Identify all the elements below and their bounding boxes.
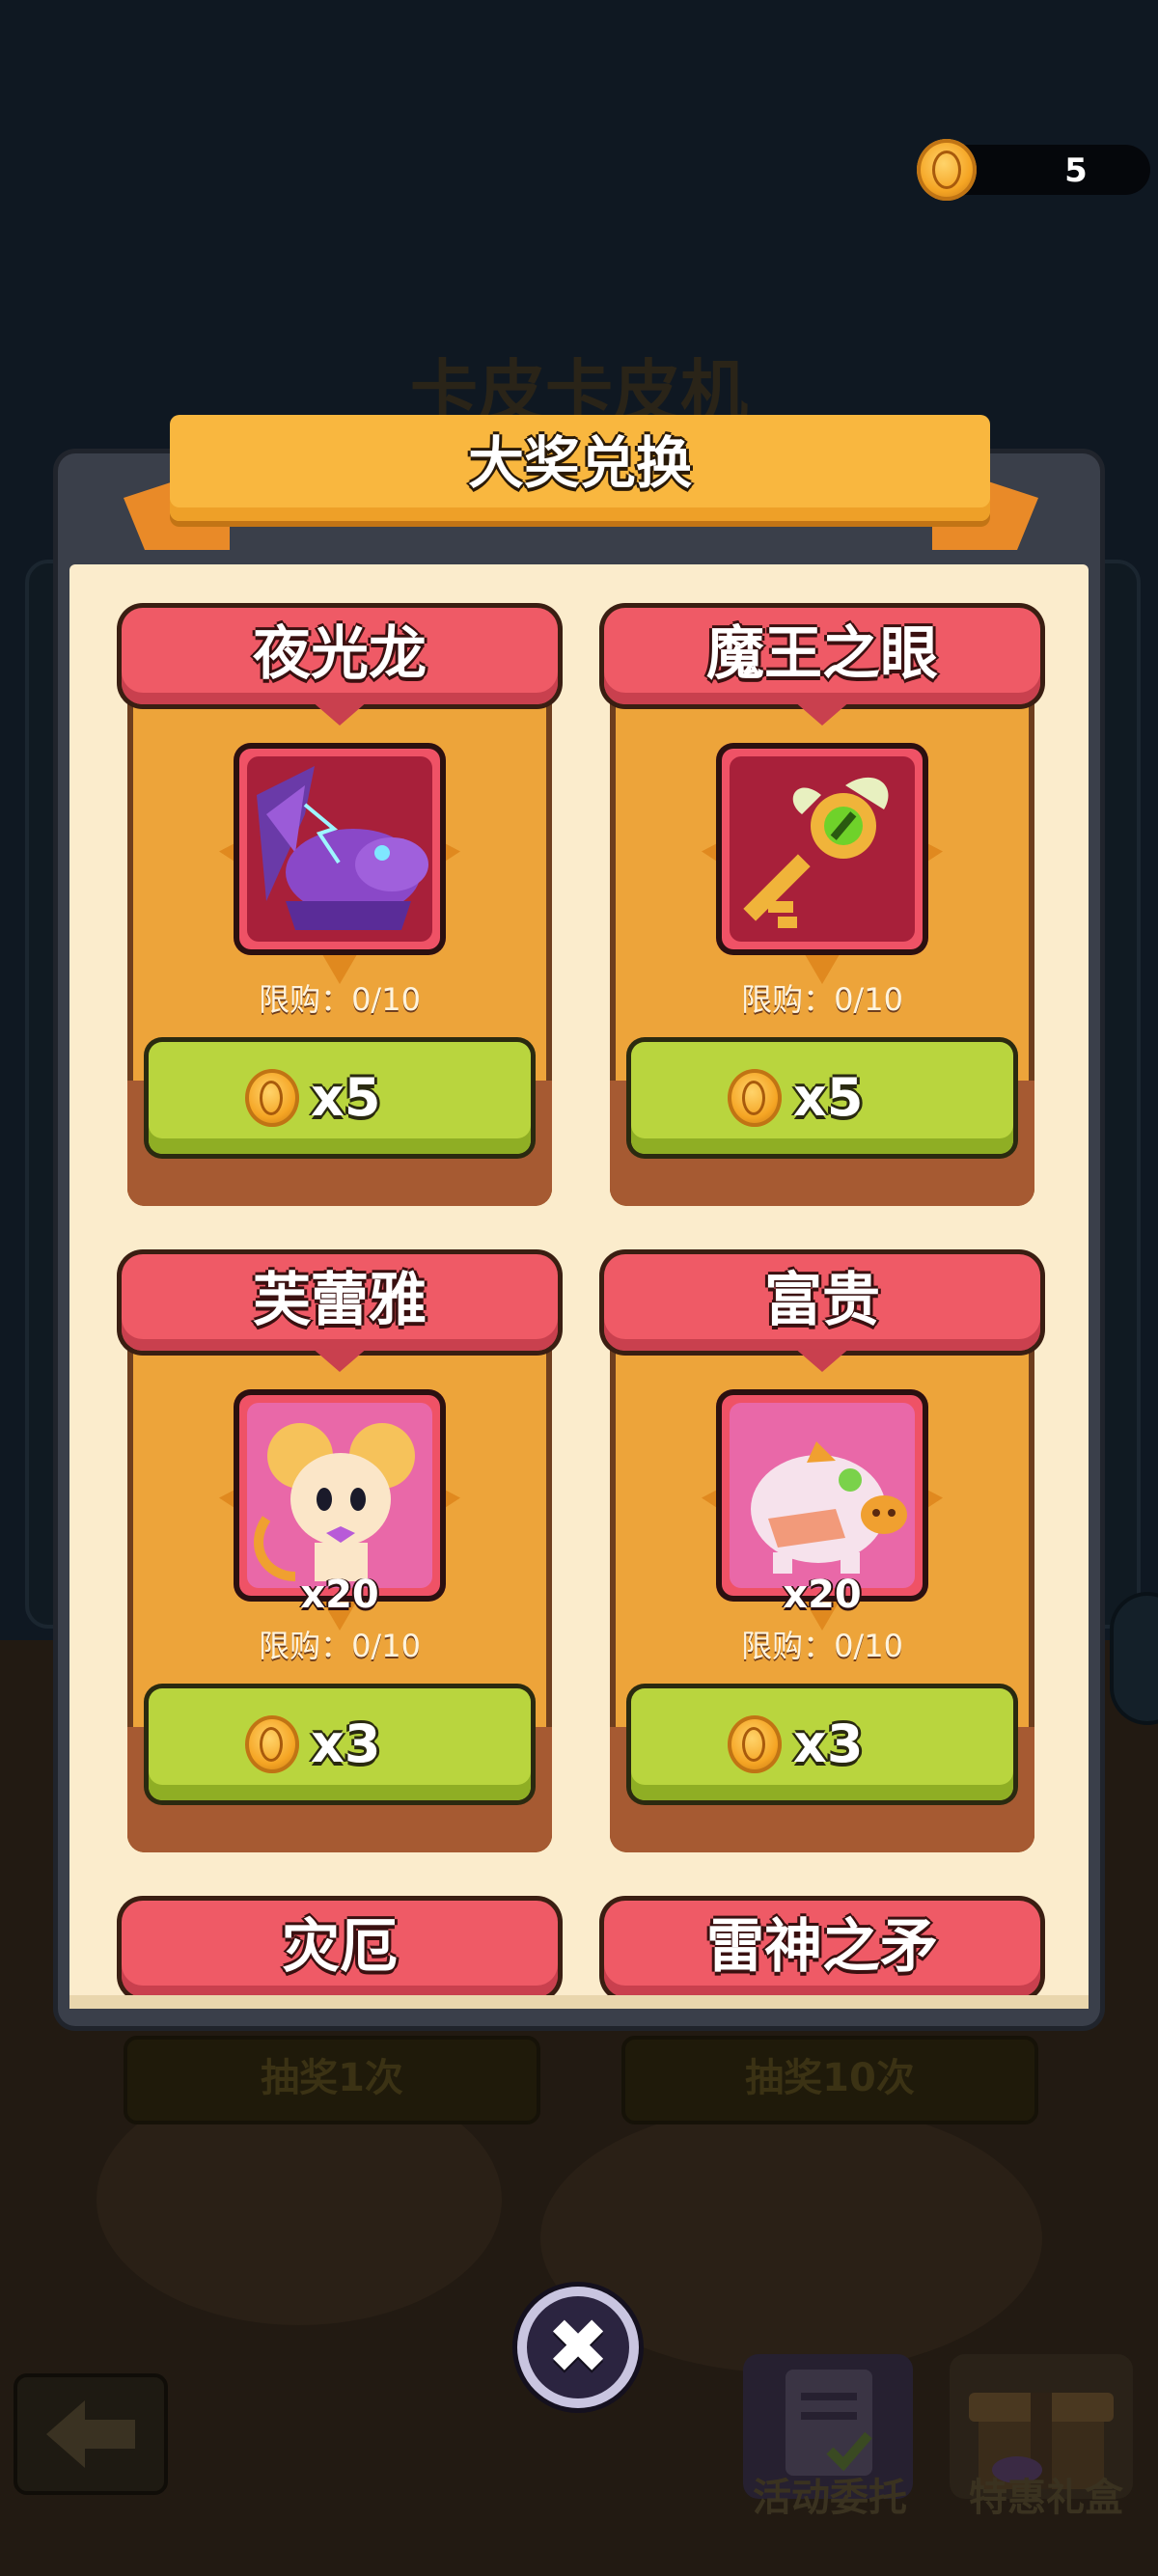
prize-card: 夜光龙 限购：0/10 x5 [122,608,558,1206]
exchange-price: x3 [793,1713,864,1774]
prize-image-frame[interactable] [234,743,446,955]
back-arrow-icon [46,2400,135,2468]
exchange-price: x3 [311,1713,381,1774]
prize-quantity: x20 [300,1573,379,1617]
activity-label: 活动委托 [753,2476,907,2520]
prize-card: 魔王之眼 限购：0/10 x5 [604,608,1040,1206]
purchase-limit: 限购：0/10 [259,981,421,1018]
mouse-pet-icon [247,1403,432,1588]
prize-name: 富贵 [764,1267,880,1334]
dialog-title: 大奖兑换 [467,430,692,496]
draw-once-label: 抽奖1次 [261,2056,403,2100]
draw-ten-label: 抽奖10次 [745,2056,915,2100]
prize-image-frame[interactable] [234,1389,446,1602]
dragon-icon [247,756,432,942]
prize-quantity [716,926,928,980]
coin-icon [728,1715,782,1773]
prize-name: 灾厄 [282,1913,398,1981]
prize-name: 芙蕾雅 [253,1267,427,1334]
purchase-limit: 限购：0/10 [259,1628,421,1664]
prize-card: 雷神之矛 [604,1901,1040,2007]
purchase-limit: 限购：0/10 [741,981,903,1018]
prize-name: 夜光龙 [253,620,427,688]
prize-name: 雷神之矛 [706,1913,938,1981]
back-button[interactable] [14,2373,168,2495]
exchange-dialog-content: 夜光龙 限购：0/10 x5 魔王之眼 限购：0/10 x5 芙蕾雅 x20 限… [69,564,1089,2007]
prize-image-frame[interactable] [716,743,928,955]
prize-quantity [234,926,446,980]
coin-icon [917,139,977,201]
close-icon: ✖ [546,2304,610,2391]
prize-card: 芙蕾雅 x20 限购：0/10 x3 [122,1254,558,1852]
piggy-bank-icon [730,1403,915,1588]
prize-name: 魔王之眼 [706,620,938,688]
prize-card: 灾厄 [122,1901,558,2007]
key-icon [730,756,915,942]
prize-card: 富贵 x20 限购：0/10 x3 [604,1254,1040,1852]
gift-label: 特惠礼盒 [969,2476,1123,2520]
draw-once-button[interactable]: 抽奖1次 [124,2036,540,2124]
coin-count: 5 [1064,151,1088,190]
exchange-price: x5 [793,1067,864,1128]
purchase-limit: 限购：0/10 [741,1628,903,1664]
coin-icon [245,1069,299,1127]
prize-quantity: x20 [783,1573,862,1617]
coin-icon [728,1069,782,1127]
side-tab-handle[interactable] [1110,1592,1158,1725]
draw-ten-button[interactable]: 抽奖10次 [621,2036,1038,2124]
coin-icon [245,1715,299,1773]
exchange-price: x5 [311,1067,381,1128]
prize-image-frame[interactable] [716,1389,928,1602]
